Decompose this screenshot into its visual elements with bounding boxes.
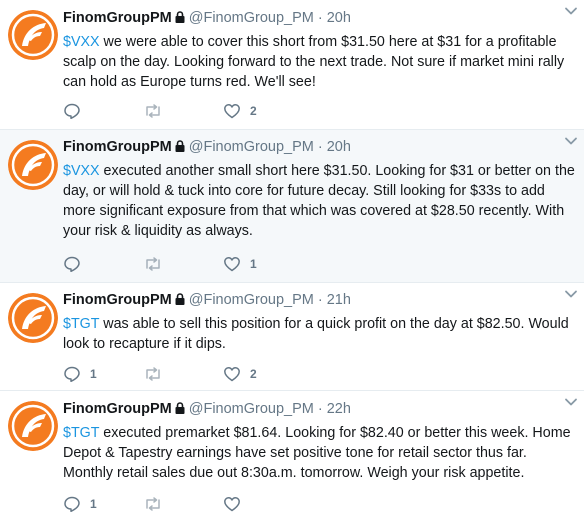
finom-logo-icon xyxy=(8,10,58,60)
tweet-body: executed another small short here $31.50… xyxy=(63,163,575,239)
like-button[interactable]: 2 xyxy=(223,101,257,121)
avatar[interactable] xyxy=(8,140,58,190)
separator-dot: · xyxy=(317,10,323,26)
reply-count: 1 xyxy=(90,367,97,381)
tweet[interactable]: FinomGroupPM @FinomGroup_PM · 21h $TGT was … xyxy=(0,283,584,391)
display-name[interactable]: FinomGroupPM xyxy=(63,292,172,308)
tweet-header: FinomGroupPM @FinomGroup_PM · 22h xyxy=(63,399,351,419)
retweet-icon xyxy=(146,104,160,118)
tweet-body: was able to sell this position for a qui… xyxy=(63,316,569,352)
cashtag-link[interactable]: $TGT xyxy=(63,425,99,441)
like-button[interactable]: 1 xyxy=(223,254,257,274)
reply-icon xyxy=(64,366,80,383)
avatar[interactable] xyxy=(8,10,58,60)
reply-button[interactable]: 1 xyxy=(63,494,97,514)
separator-dot: · xyxy=(317,401,323,417)
retweet-icon xyxy=(146,257,160,271)
tweet-text: $TGT was able to sell this position for … xyxy=(63,314,575,354)
separator-dot: · xyxy=(317,292,323,308)
reply-icon xyxy=(64,256,80,273)
lock-icon xyxy=(175,402,185,414)
reply-count: 1 xyxy=(90,497,97,511)
finom-logo-icon xyxy=(8,401,58,451)
tweet-actions: 1 2 xyxy=(63,364,363,384)
tweet[interactable]: FinomGroupPM @FinomGroup_PM · 20h $VXX we w… xyxy=(0,0,584,130)
finom-logo-icon xyxy=(8,140,58,190)
retweet-button[interactable] xyxy=(143,254,172,274)
tweet-header: FinomGroupPM @FinomGroup_PM · 21h xyxy=(63,290,351,310)
heart-icon xyxy=(224,257,240,272)
heart-icon xyxy=(224,104,240,119)
tweet-text: $VXX executed another small short here $… xyxy=(63,161,575,241)
retweet-button[interactable] xyxy=(143,101,172,121)
tweet-text: $TGT executed premarket $81.64. Looking … xyxy=(63,423,575,483)
like-button[interactable] xyxy=(223,494,250,514)
heart-icon xyxy=(224,497,240,512)
tweet-header: FinomGroupPM @FinomGroup_PM · 20h xyxy=(63,8,351,28)
like-count: 1 xyxy=(250,257,257,271)
like-count: 2 xyxy=(250,367,257,381)
timeline: FinomGroupPM @FinomGroup_PM · 20h $VXX we w… xyxy=(0,0,584,524)
tweet[interactable]: FinomGroupPM @FinomGroup_PM · 22h $TGT exec… xyxy=(0,391,584,524)
avatar[interactable] xyxy=(8,293,58,343)
like-count: 2 xyxy=(250,104,257,118)
like-button[interactable]: 2 xyxy=(223,364,257,384)
lock-icon xyxy=(175,293,185,305)
retweet-icon xyxy=(146,367,160,381)
tweet-actions: 2 xyxy=(63,101,363,121)
tweet-text: $VXX we were able to cover this short fr… xyxy=(63,32,575,92)
timestamp[interactable]: 21h xyxy=(327,292,351,308)
cashtag-link[interactable]: $VXX xyxy=(63,163,100,179)
timestamp[interactable]: 20h xyxy=(327,139,351,155)
avatar[interactable] xyxy=(8,401,58,451)
tweet-header: FinomGroupPM @FinomGroup_PM · 20h xyxy=(63,137,351,157)
finom-logo-icon xyxy=(8,293,58,343)
handle[interactable]: @FinomGroup_PM xyxy=(189,401,314,417)
retweet-button[interactable] xyxy=(143,494,172,514)
handle[interactable]: @FinomGroup_PM xyxy=(189,139,314,155)
tweet-body: executed premarket $81.64. Looking for $… xyxy=(63,425,571,481)
timestamp[interactable]: 20h xyxy=(327,10,351,26)
reply-button[interactable] xyxy=(63,254,90,274)
display-name[interactable]: FinomGroupPM xyxy=(63,401,172,417)
timestamp[interactable]: 22h xyxy=(327,401,351,417)
retweet-button[interactable] xyxy=(143,364,172,384)
tweet-body: we were able to cover this short from $3… xyxy=(63,34,565,90)
cashtag-link[interactable]: $TGT xyxy=(63,316,99,332)
lock-icon xyxy=(175,11,185,23)
chevron-down-icon[interactable] xyxy=(564,395,578,409)
chevron-down-icon[interactable] xyxy=(564,134,578,148)
tweet[interactable]: FinomGroupPM @FinomGroup_PM · 20h $VXX exec… xyxy=(0,130,584,283)
reply-button[interactable]: 1 xyxy=(63,364,97,384)
display-name[interactable]: FinomGroupPM xyxy=(63,10,172,26)
display-name[interactable]: FinomGroupPM xyxy=(63,139,172,155)
tweet-actions: 1 xyxy=(63,254,363,274)
heart-icon xyxy=(224,367,240,382)
cashtag-link[interactable]: $VXX xyxy=(63,34,100,50)
tweet-actions: 1 xyxy=(63,494,363,514)
reply-button[interactable] xyxy=(63,101,90,121)
handle[interactable]: @FinomGroup_PM xyxy=(189,292,314,308)
chevron-down-icon[interactable] xyxy=(564,4,578,18)
reply-icon xyxy=(64,103,80,120)
handle[interactable]: @FinomGroup_PM xyxy=(189,10,314,26)
separator-dot: · xyxy=(317,139,323,155)
retweet-icon xyxy=(146,497,160,511)
chevron-down-icon[interactable] xyxy=(564,287,578,301)
reply-icon xyxy=(64,496,80,513)
lock-icon xyxy=(175,140,185,152)
